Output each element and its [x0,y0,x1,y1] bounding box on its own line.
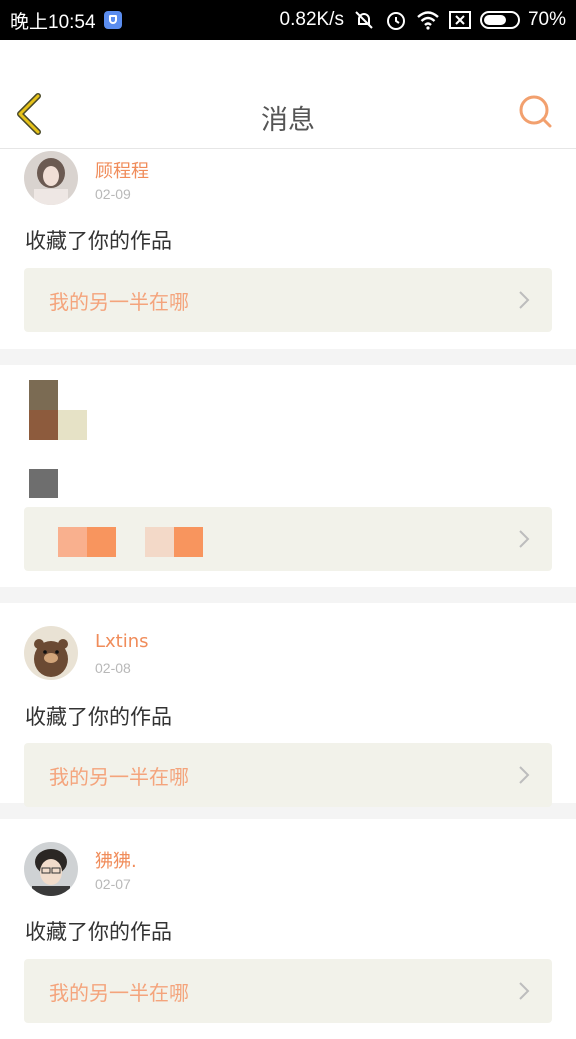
page-title: 消息 [261,105,315,136]
work-link[interactable]: 我的另一半在哪 [24,959,552,1023]
chevron-right-icon [519,982,530,1000]
message-card-redacted [0,365,576,587]
search-button[interactable] [518,94,554,130]
message-date: 02-08 [95,660,131,676]
action-text: 收藏了你的作品 [25,229,172,253]
work-link[interactable]: 我的另一半在哪 [24,268,552,332]
message-date: 02-09 [95,186,131,202]
redacted-text [29,469,58,498]
chevron-right-icon [519,766,530,784]
work-title: 我的另一半在哪 [49,765,189,789]
work-link[interactable] [24,507,552,571]
username[interactable]: Lxtins [95,631,149,652]
message-list: 顾程程 02-09 收藏了你的作品 我的另一半在哪 Lxtins 02-08 收… [0,149,576,1039]
avatar[interactable] [24,151,78,205]
wifi-icon [416,8,440,32]
no-sim-icon [448,8,472,32]
mute-vibrate-icon [352,8,376,32]
username[interactable]: 狒狒. [95,847,137,873]
chevron-right-icon [519,291,530,309]
status-left: 晚上10:54 [10,7,122,34]
shield-app-icon [103,11,122,29]
avatar[interactable] [24,626,78,680]
chevron-right-icon [519,530,530,548]
status-right: 0.82K/s 70% [280,8,566,32]
message-date: 02-07 [95,876,131,892]
search-icon [519,95,552,128]
battery-icon [479,11,520,29]
username[interactable]: 顾程程 [95,157,149,183]
work-link[interactable]: 我的另一半在哪 [24,743,552,807]
redacted-title [58,527,203,557]
status-bar: 晚上10:54 0.82K/s 70% [0,0,576,40]
work-title: 我的另一半在哪 [49,290,189,314]
app-header: 消息 [0,40,576,149]
work-title: 我的另一半在哪 [49,981,189,1005]
action-text: 收藏了你的作品 [25,705,172,729]
action-text: 收藏了你的作品 [25,920,172,944]
message-card: Lxtins 02-08 收藏了你的作品 我的另一半在哪 [0,603,576,807]
redacted-avatar [29,380,87,440]
status-time: 晚上10:54 [10,11,96,33]
avatar[interactable] [24,842,78,896]
battery-fill [483,15,507,25]
battery-percent: 70% [527,9,566,30]
alarm-icon [384,8,408,32]
message-card: 狒狒. 02-07 收藏了你的作品 我的另一半在哪 [0,819,576,1039]
message-card: 顾程程 02-09 收藏了你的作品 我的另一半在哪 [0,149,576,349]
network-speed: 0.82K/s [279,9,344,30]
